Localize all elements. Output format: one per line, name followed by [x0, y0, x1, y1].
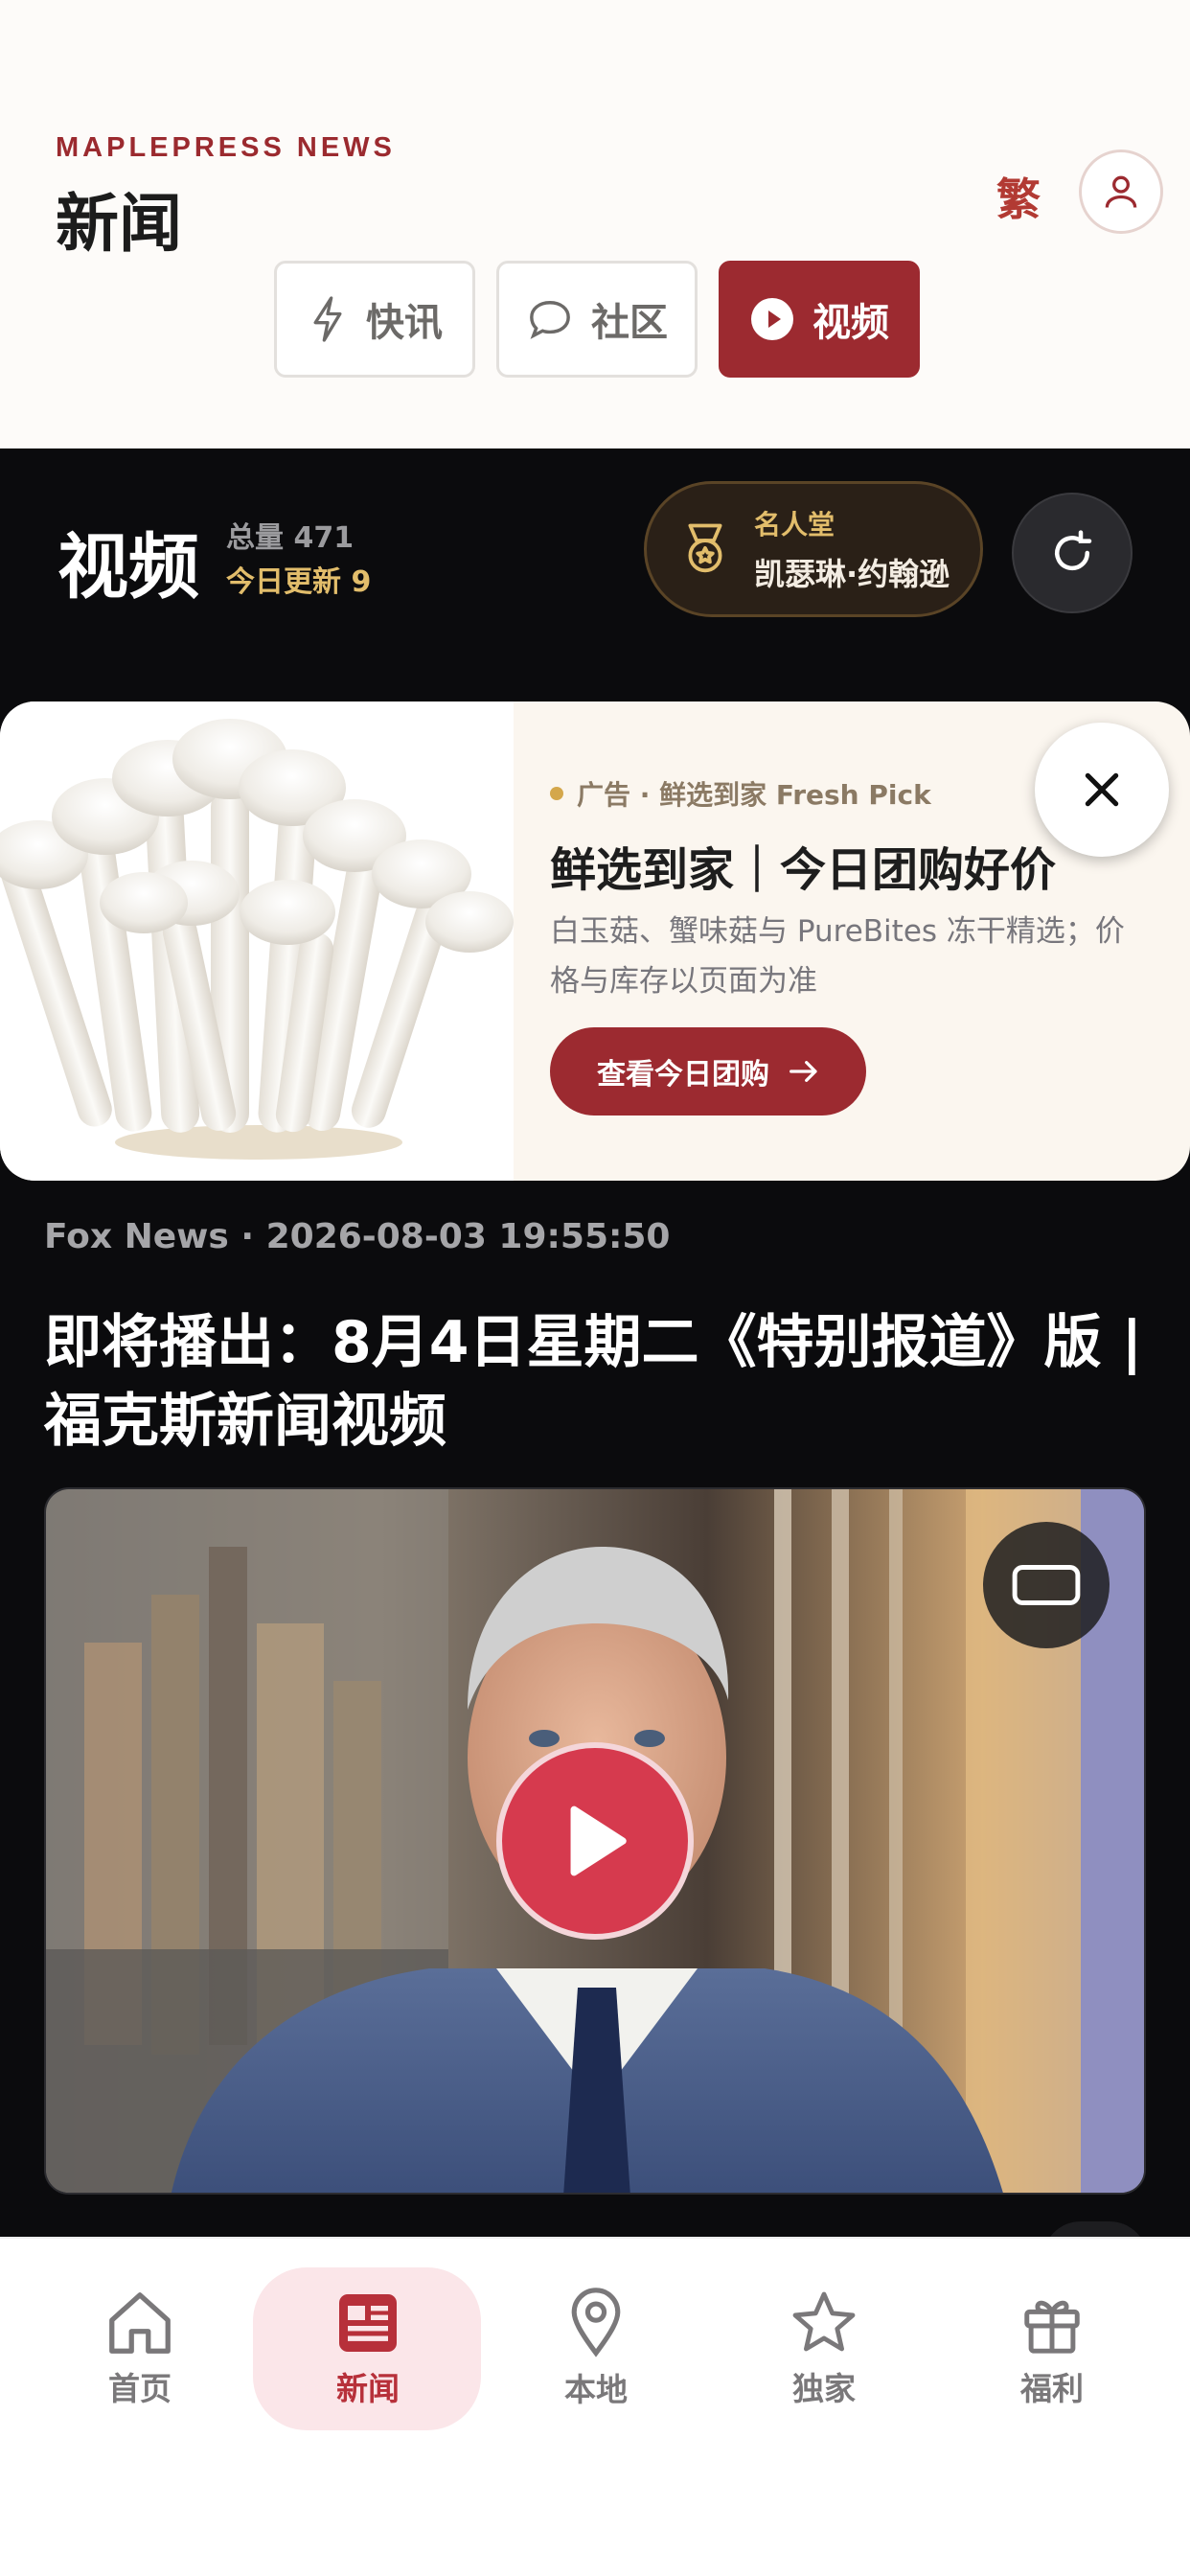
ad-cta-button[interactable]: 查看今日团购 — [550, 1027, 866, 1116]
ad-dot — [550, 787, 563, 800]
tab-flash[interactable]: 快讯 — [274, 261, 475, 378]
cast-screen-icon — [1012, 1565, 1081, 1605]
play-icon — [570, 1806, 627, 1876]
ad-description: 白玉菇、蟹味菇与 PureBites 冻干精选；价格与库存以页面为准 — [550, 914, 1125, 999]
page-title: 新闻 — [56, 187, 182, 261]
nav-local[interactable]: 本地 — [483, 2267, 709, 2430]
play-button[interactable] — [496, 1742, 694, 1940]
close-icon — [1085, 772, 1119, 807]
newspaper-icon — [339, 2294, 397, 2352]
ad-headline: 鲜选到家｜今日团购好价 — [550, 843, 1057, 897]
location-pin-icon — [571, 2288, 621, 2358]
arrow-right-icon — [790, 1061, 817, 1082]
hall-of-fame-name: 凯瑟琳·约翰逊 — [754, 556, 950, 592]
nav-news[interactable]: 新闻 — [255, 2267, 481, 2430]
hall-of-fame-button[interactable]: 名人堂 凯瑟琳·约翰逊 — [644, 481, 983, 617]
home-icon — [109, 2292, 171, 2354]
hall-of-fame-label: 名人堂 — [754, 509, 835, 540]
user-icon — [1105, 175, 1137, 208]
cast-button[interactable] — [983, 1522, 1110, 1648]
tab-label: 社区 — [591, 301, 668, 345]
tab-community[interactable]: 社区 — [496, 261, 698, 378]
bottom-navigation: 首页 新闻 本地 独家 福利 — [0, 2237, 1190, 2576]
ad-tag-label: 广告 · 鲜选到家 Fresh Pick — [577, 779, 931, 811]
article-meta: Fox News · 2026-08-03 19:55:50 — [44, 1217, 671, 1256]
traditional-chinese-toggle[interactable]: 繁 — [996, 165, 1041, 228]
nav-label: 福利 — [1020, 2370, 1084, 2407]
lightning-icon — [313, 296, 342, 342]
nav-home[interactable]: 首页 — [27, 2267, 253, 2430]
user-profile-button[interactable] — [1079, 150, 1163, 234]
today-updates: 今日更新 9 — [226, 565, 372, 599]
total-count: 总量 471 — [226, 521, 355, 555]
ad-tag: 广告 · 鲜选到家 Fresh Pick — [550, 774, 931, 813]
nav-label: 独家 — [792, 2370, 856, 2407]
play-circle-icon — [751, 298, 793, 340]
brand-name: MAPLEPRESS NEWS — [56, 132, 396, 163]
news-tabs: 快讯 社区 视频 — [274, 261, 920, 378]
nav-label: 首页 — [108, 2370, 172, 2407]
tab-label: 快讯 — [366, 301, 443, 345]
refresh-button[interactable] — [1012, 493, 1133, 613]
ad-cta-label: 查看今日团购 — [597, 1058, 769, 1092]
gift-icon — [1024, 2300, 1080, 2354]
tab-label: 视频 — [812, 301, 889, 345]
ad-banner[interactable]: 广告 · 鲜选到家 Fresh Pick 鲜选到家｜今日团购好价 白玉菇、蟹味菇… — [0, 702, 1190, 1181]
ad-product-image — [0, 702, 514, 1181]
refresh-icon — [1055, 530, 1092, 571]
ad-close-button[interactable] — [1035, 723, 1169, 857]
nav-label: 新闻 — [336, 2370, 400, 2407]
nav-exclusive[interactable]: 独家 — [711, 2267, 937, 2430]
nav-label: 本地 — [564, 2371, 628, 2408]
medal-icon — [688, 523, 722, 573]
chat-bubble-icon — [530, 301, 570, 339]
star-icon — [792, 2291, 856, 2352]
section-title: 视频 — [57, 526, 199, 609]
app-header: MAPLEPRESS NEWS 新闻 繁 快讯 社区 视频 — [0, 0, 1190, 448]
nav-benefits[interactable]: 福利 — [939, 2267, 1165, 2430]
article-headline[interactable]: 即将播出：8月4日星期二《特别报道》版 | 福克斯新闻视频 — [44, 1303, 1156, 1460]
tab-video[interactable]: 视频 — [719, 261, 920, 378]
